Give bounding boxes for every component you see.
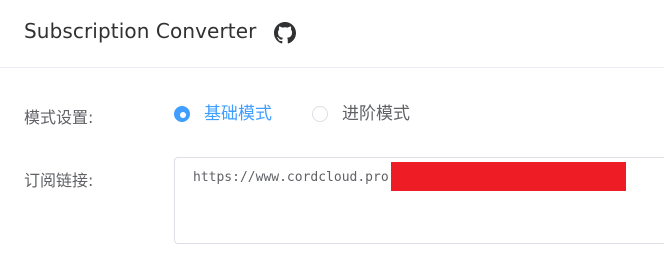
github-icon[interactable] bbox=[274, 22, 296, 44]
subscription-link-label: 订阅链接: bbox=[24, 171, 94, 190]
radio-basic-mode-label[interactable]: 基础模式 bbox=[204, 103, 272, 125]
subscription-converter-page: Subscription Converter 模式设置: 基础模式 进阶模式 订… bbox=[0, 0, 664, 254]
redaction-block bbox=[391, 162, 626, 191]
subscription-link-value: https://www.cordcloud.pro bbox=[193, 170, 389, 185]
radio-advanced-mode-label[interactable]: 进阶模式 bbox=[342, 103, 410, 125]
radio-unchecked-indicator[interactable] bbox=[312, 106, 328, 122]
radio-basic-mode[interactable]: 基础模式 bbox=[174, 103, 272, 125]
page-header: Subscription Converter bbox=[0, 0, 664, 68]
app-title: Subscription Converter bbox=[24, 19, 257, 43]
radio-advanced-mode[interactable]: 进阶模式 bbox=[312, 103, 410, 125]
mode-setting-label: 模式设置: bbox=[24, 108, 94, 127]
radio-checked-indicator[interactable] bbox=[174, 106, 190, 122]
